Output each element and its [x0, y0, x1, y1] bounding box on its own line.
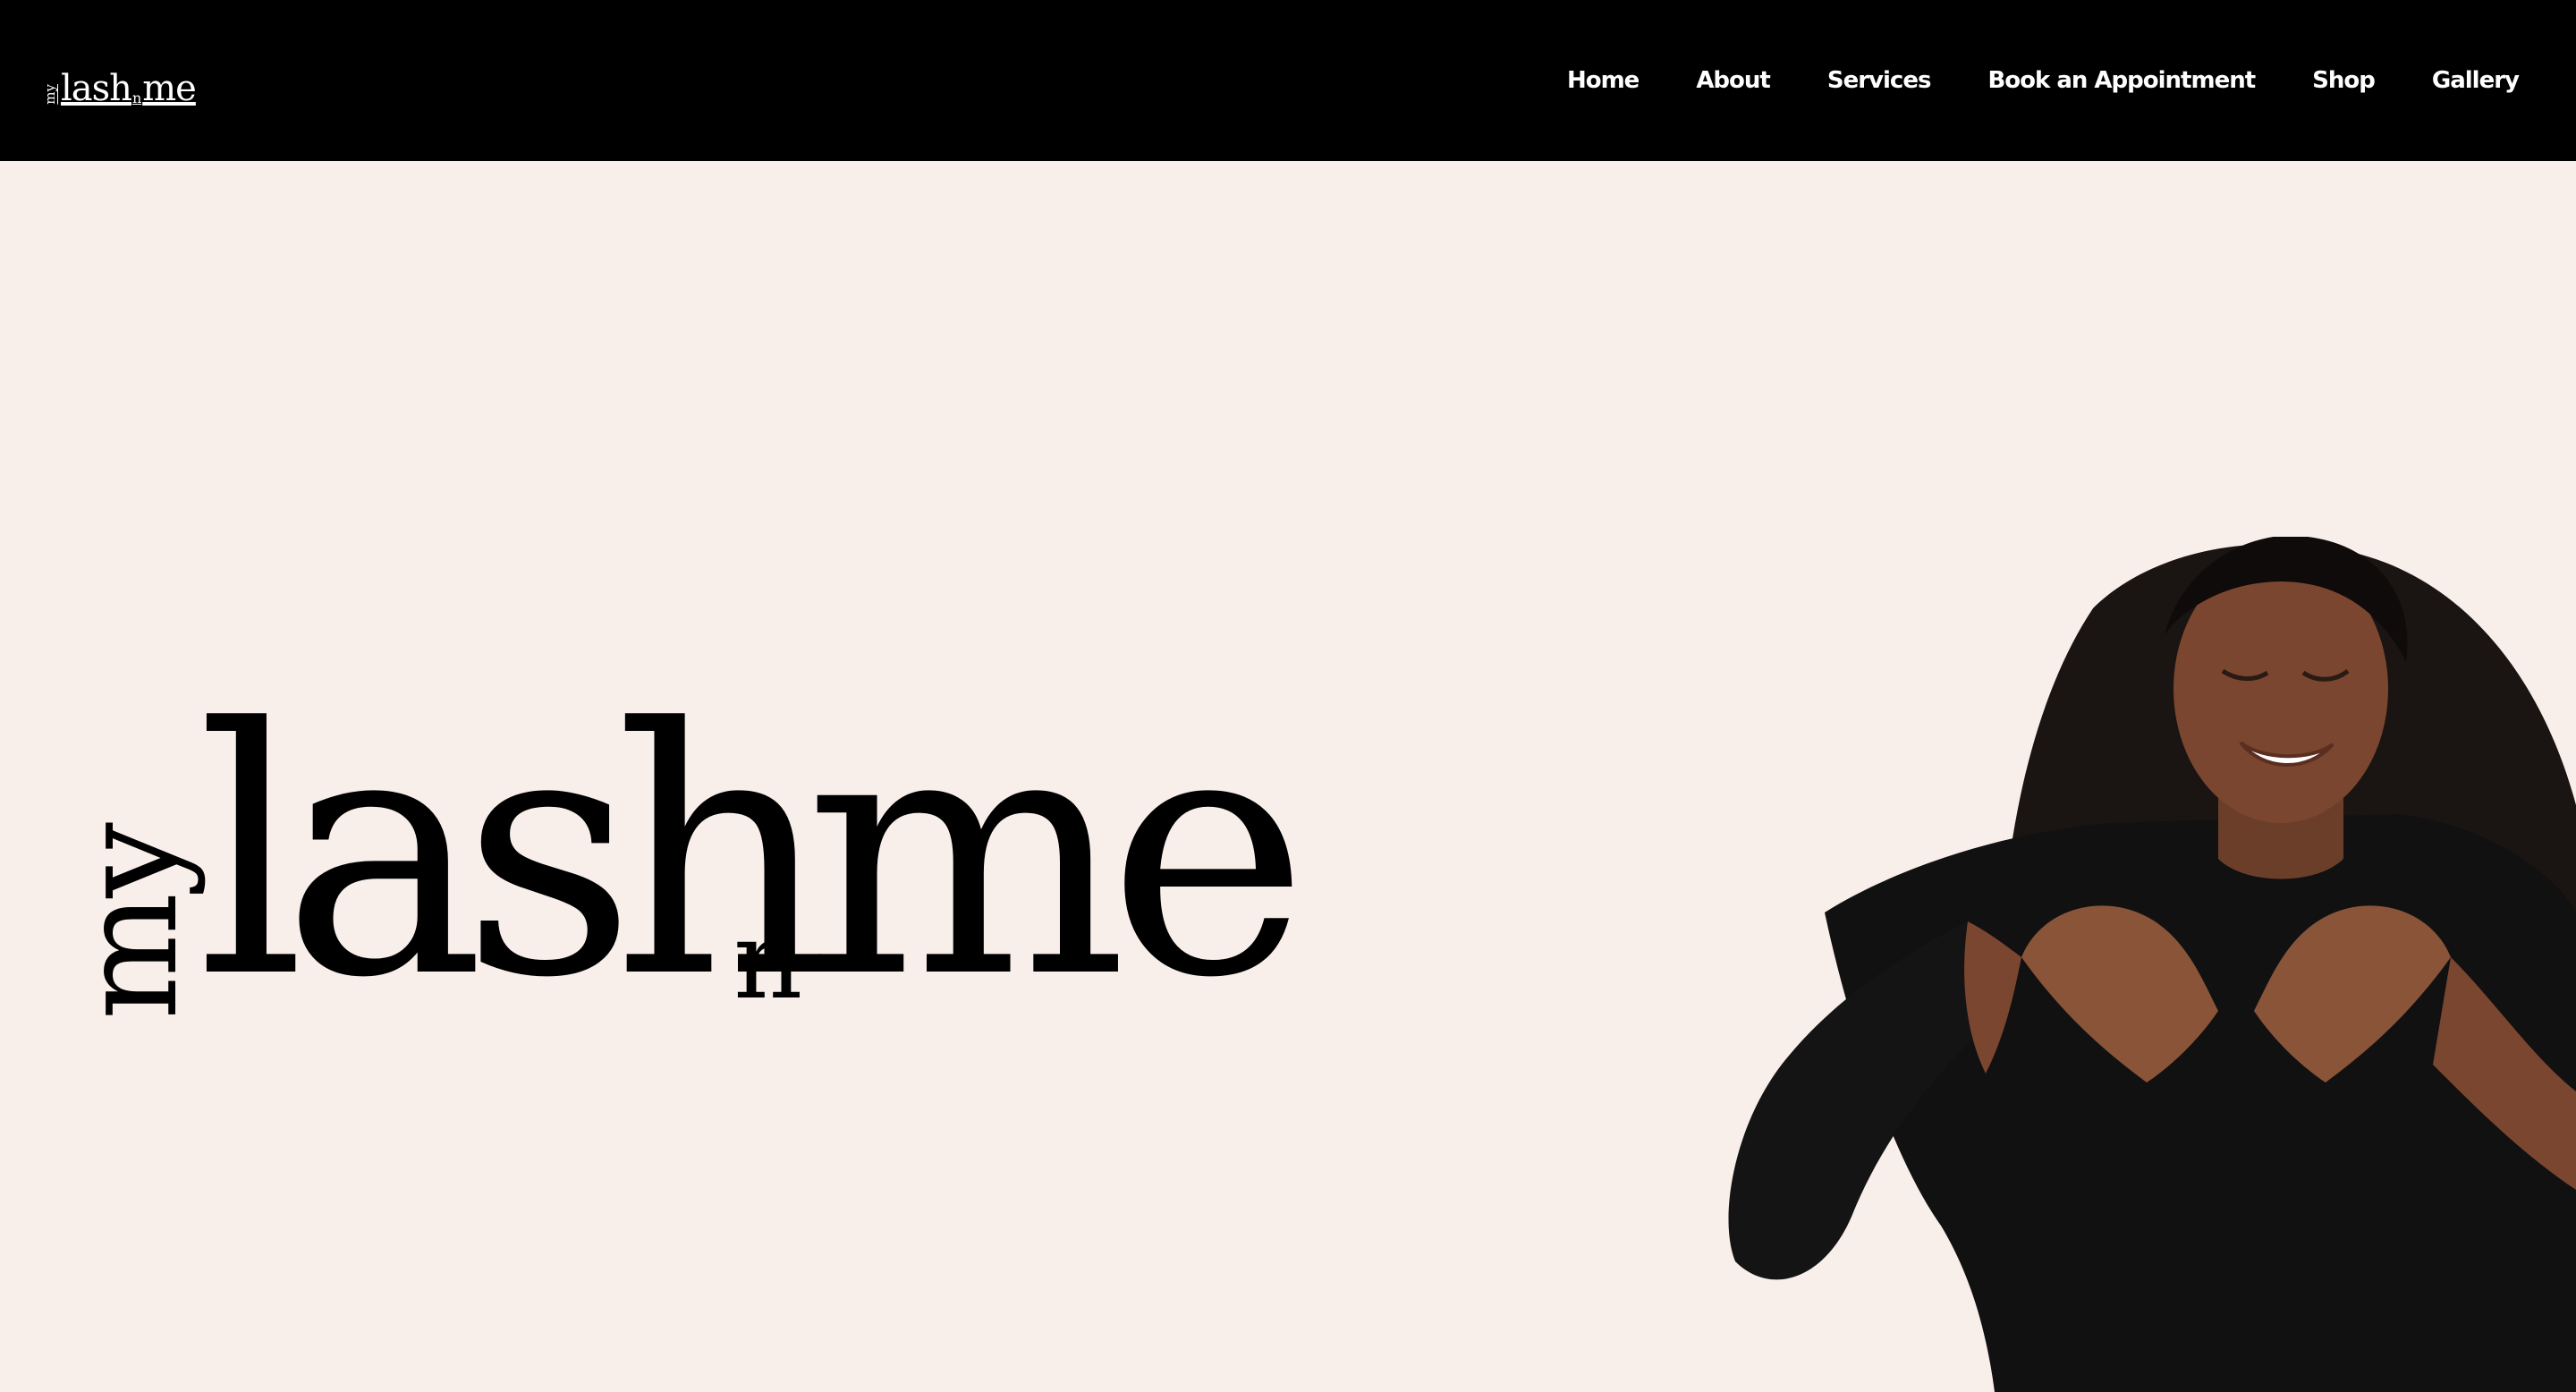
logo-n: n	[131, 89, 142, 106]
nav-shop-link[interactable]: Shop	[2312, 67, 2376, 94]
logo-my: my	[42, 84, 58, 105]
main-nav: Home About Services Book an Appointment …	[1567, 61, 2520, 100]
nav-gallery-link[interactable]: Gallery	[2432, 67, 2520, 94]
hero-portrait-image	[1728, 537, 2576, 1392]
nav-services-link[interactable]: Services	[1827, 67, 1932, 94]
nav-about-link[interactable]: About	[1696, 67, 1771, 94]
nav-home-link[interactable]: Home	[1567, 67, 1640, 94]
nav-book-appointment-link[interactable]: Book an Appointment	[1987, 67, 2256, 94]
hero-wordmark-lash: lash	[197, 656, 832, 1052]
logo-lash: lash	[61, 68, 132, 109]
logo-me: me	[142, 68, 197, 109]
top-navigation-bar: my lash n me Home About Services Book an…	[0, 0, 2576, 161]
hero-wordmark-me: me	[805, 656, 1309, 1052]
site-logo[interactable]: my lash n me	[42, 55, 197, 109]
hero-wordmark-my: my	[52, 828, 208, 1020]
hero-wordmark-n: n	[733, 899, 802, 1023]
